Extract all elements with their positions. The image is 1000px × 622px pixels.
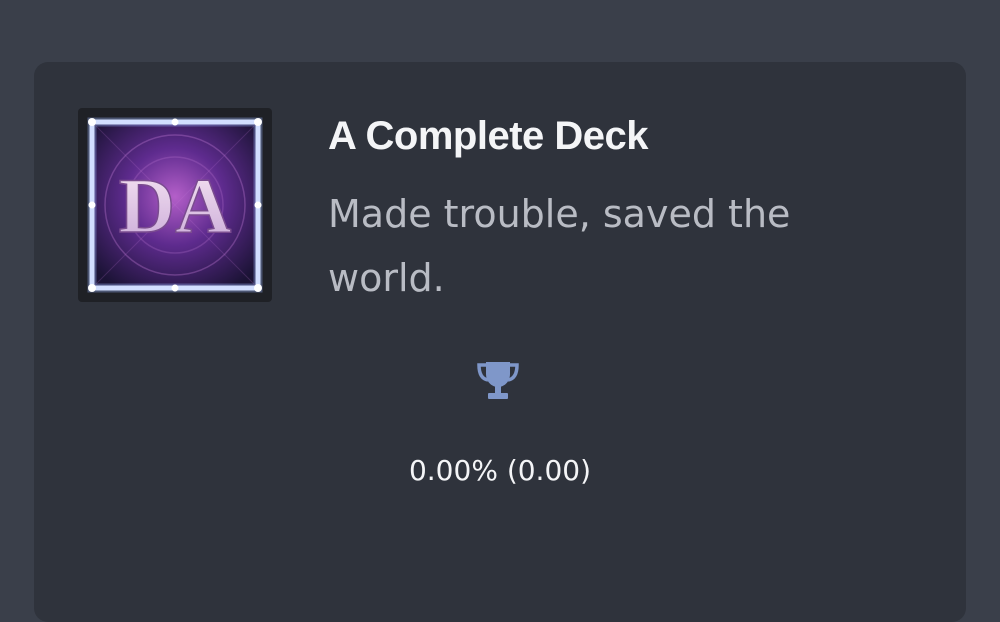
achievement-title: A Complete Deck [328,114,649,158]
achievement-description: Made trouble, saved the world. [328,192,791,300]
achievement-stats: 0.00% (0.00) [408,454,592,487]
da-logo-icon: DA [87,117,263,293]
achievement-image: DA [78,108,272,302]
trophy-icon [477,362,519,399]
logo-text: DA [119,162,232,249]
achievement-card: DA A Complete Deck Made trouble, saved t… [34,62,966,622]
